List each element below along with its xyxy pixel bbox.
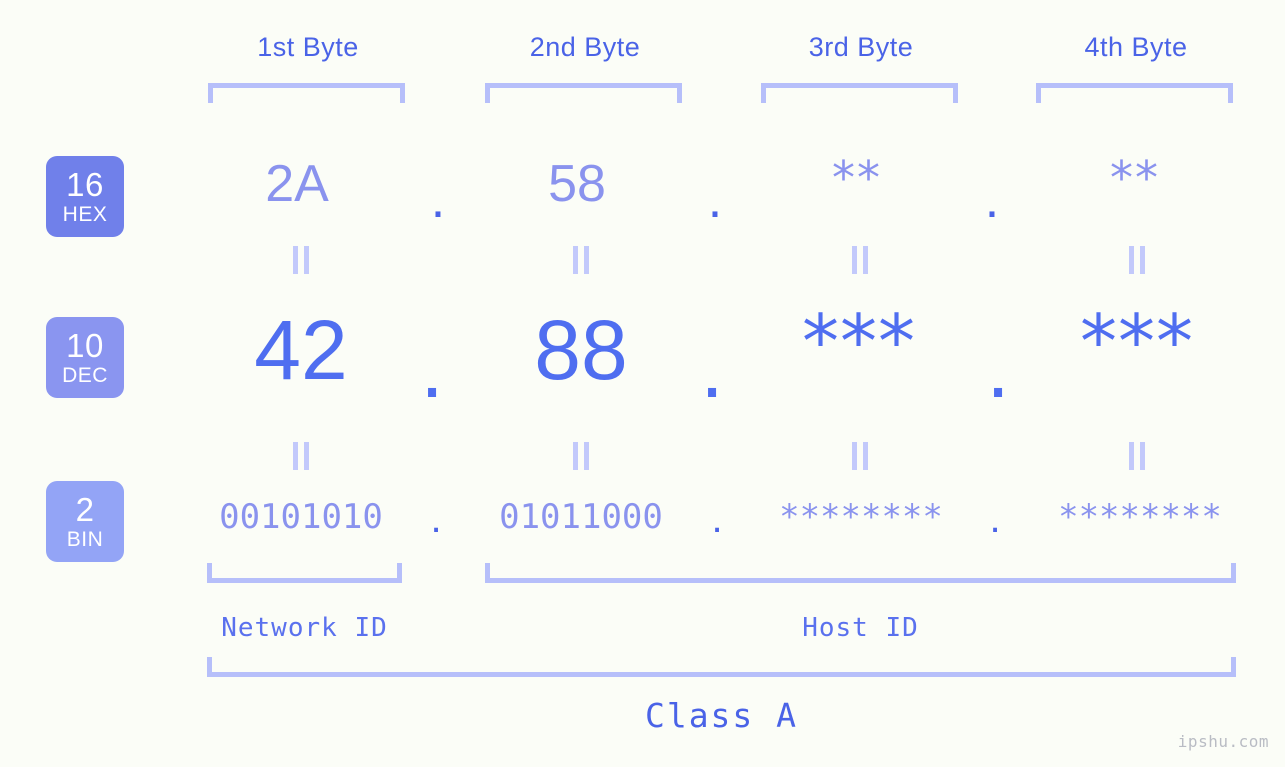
- base-badge-dec-number: 10: [66, 327, 104, 364]
- equals-icon-hex-dec-1: [290, 246, 312, 274]
- byte-bracket-top-4: [1036, 83, 1233, 103]
- bin-separator-2: .: [711, 497, 723, 541]
- base-badge-bin-number: 2: [75, 491, 95, 528]
- site-watermark: ipshu.com: [1177, 732, 1269, 751]
- base-badge-bin-abbr: BIN: [66, 528, 104, 551]
- bin-separator-3: .: [989, 497, 1001, 541]
- base-badge-hex: 16 HEX: [46, 156, 124, 237]
- network-id-bracket: [207, 563, 402, 583]
- dec-byte-1: 42: [254, 303, 348, 397]
- base-badge-hex-abbr: HEX: [62, 203, 108, 226]
- hex-byte-4: **: [1110, 151, 1160, 205]
- byte-header-3: 3rd Byte: [808, 32, 914, 62]
- byte-header-4: 4th Byte: [1084, 32, 1188, 62]
- byte-header-1: 1st Byte: [257, 32, 359, 62]
- equals-icon-hex-dec-4: [1126, 246, 1148, 274]
- equals-icon-hex-dec-2: [570, 246, 592, 274]
- dec-separator-2: .: [700, 321, 724, 415]
- equals-icon-dec-bin-1: [290, 442, 312, 470]
- hex-byte-3: **: [832, 151, 882, 205]
- hex-separator-3: .: [984, 171, 1000, 229]
- dec-byte-3: ***: [802, 299, 916, 385]
- hex-separator-1: .: [430, 171, 446, 229]
- base-badge-dec-abbr: DEC: [62, 364, 108, 387]
- bin-byte-1: 00101010: [219, 497, 383, 537]
- dec-byte-4: ***: [1080, 299, 1194, 385]
- host-id-label: Host ID: [802, 613, 919, 643]
- equals-icon-dec-bin-2: [570, 442, 592, 470]
- class-bracket: [207, 657, 1236, 677]
- byte-bracket-top-2: [485, 83, 682, 103]
- equals-icon-dec-bin-3: [849, 442, 871, 470]
- base-badge-dec: 10 DEC: [46, 317, 124, 398]
- dec-byte-2: 88: [534, 303, 628, 397]
- bin-byte-2: 01011000: [499, 497, 663, 537]
- base-badge-bin: 2 BIN: [46, 481, 124, 562]
- byte-header-2: 2nd Byte: [529, 32, 641, 62]
- hex-byte-2: 58: [548, 155, 606, 213]
- hex-separator-2: .: [707, 171, 723, 229]
- byte-bracket-top-3: [761, 83, 958, 103]
- ip-address-breakdown-diagram: 1st Byte 2nd Byte 3rd Byte 4th Byte 16 H…: [0, 0, 1285, 767]
- class-label: Class A: [644, 696, 799, 735]
- bin-byte-3: ********: [779, 497, 943, 537]
- bin-separator-1: .: [430, 497, 442, 541]
- base-badge-hex-number: 16: [66, 166, 104, 203]
- dec-separator-3: .: [986, 321, 1010, 415]
- equals-icon-dec-bin-4: [1126, 442, 1148, 470]
- host-id-bracket: [485, 563, 1236, 583]
- byte-bracket-top-1: [208, 83, 405, 103]
- dec-separator-1: .: [420, 321, 444, 415]
- equals-icon-hex-dec-3: [849, 246, 871, 274]
- network-id-label: Network ID: [221, 613, 388, 643]
- hex-byte-1: 2A: [265, 155, 329, 213]
- bin-byte-4: ********: [1058, 497, 1222, 537]
